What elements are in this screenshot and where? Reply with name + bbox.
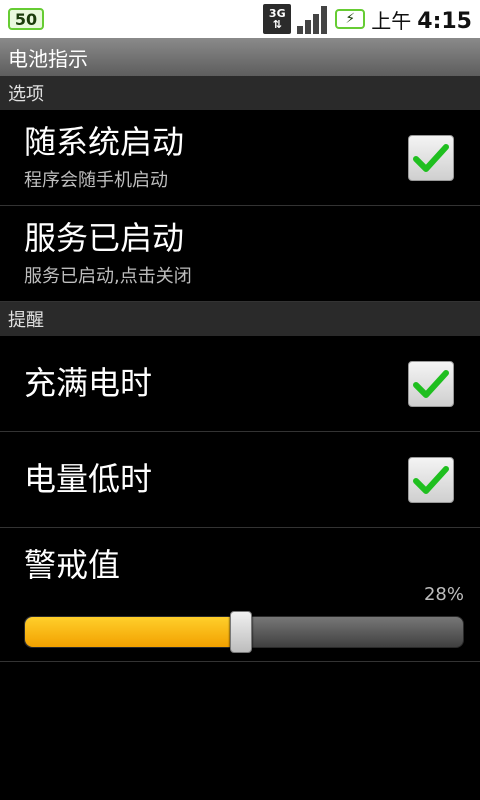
start-with-system-checkbox[interactable]: [408, 134, 454, 181]
threshold-value: 28%: [423, 584, 464, 605]
pref-service-started-summary: 服务已启动,点击关闭: [24, 265, 192, 287]
app-title-bar: 电池指示: [0, 38, 480, 76]
3g-data-icon: 3G ⇅: [263, 4, 292, 34]
section-header-reminder-label: 提醒: [8, 310, 44, 331]
pref-when-full[interactable]: 充满电时: [0, 336, 480, 432]
clock-time: 4:15: [417, 8, 472, 34]
app-title: 电池指示: [8, 46, 88, 71]
pref-when-low[interactable]: 电量低时: [0, 432, 480, 528]
status-left: 50: [8, 8, 44, 30]
signal-strength-icon: [297, 4, 329, 34]
status-clock: 上午 4:15: [371, 5, 472, 34]
checkmark-icon: [413, 143, 449, 172]
status-bar: 50 3G ⇅ ⚡ 上午 4:15: [0, 0, 480, 38]
pref-start-with-system[interactable]: 随系统启动 程序会随手机启动: [0, 110, 480, 206]
section-header-options-label: 选项: [8, 84, 44, 105]
when-low-checkbox[interactable]: [408, 456, 454, 503]
pref-threshold: 警戒值 28%: [0, 528, 480, 662]
checkmark-icon: [413, 369, 449, 398]
clock-ampm: 上午: [371, 8, 412, 33]
checkmark-icon: [413, 465, 449, 494]
threshold-slider-thumb[interactable]: [230, 611, 252, 653]
pref-service-started[interactable]: 服务已启动 服务已启动,点击关闭: [0, 206, 480, 302]
threshold-slider-fill: [25, 617, 240, 647]
battery-level-text: 50: [14, 9, 38, 29]
section-header-reminder: 提醒: [0, 302, 480, 336]
status-right: 3G ⇅ ⚡ 上午 4:15: [263, 4, 472, 34]
threshold-title: 警戒值: [24, 546, 121, 584]
section-header-options: 选项: [0, 76, 480, 110]
data-arrows-icon: ⇅: [272, 18, 282, 31]
pref-service-started-title: 服务已启动: [24, 219, 185, 258]
when-full-checkbox[interactable]: [408, 360, 454, 407]
battery-charging-icon: ⚡: [335, 9, 366, 29]
threshold-slider[interactable]: [24, 611, 464, 653]
battery-level-badge: 50: [8, 8, 44, 30]
